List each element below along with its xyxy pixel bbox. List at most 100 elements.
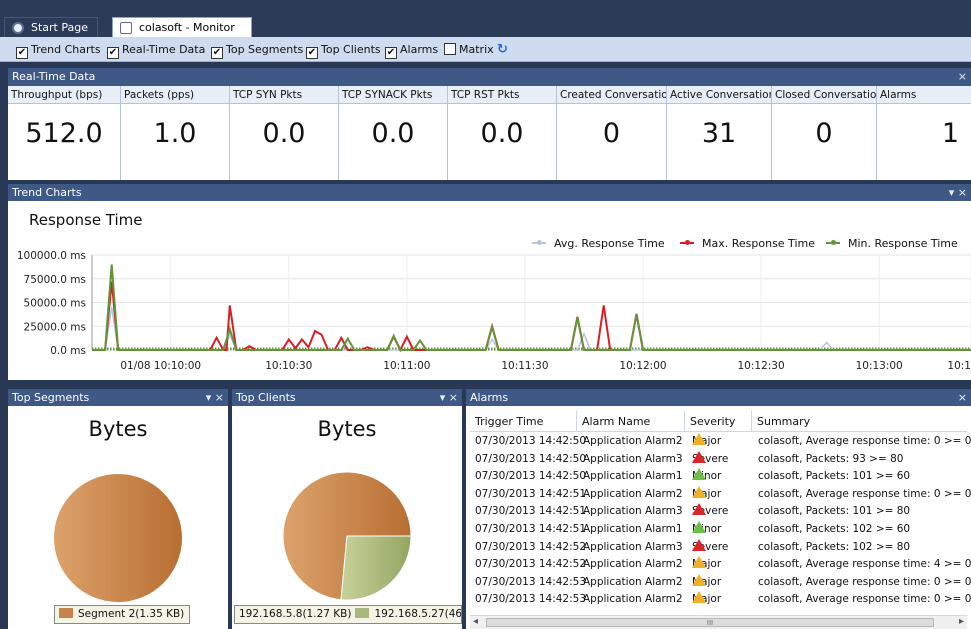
top-segments-checkbox[interactable]: ✔ Top Segments [211,43,303,59]
scroll-thumb[interactable]: III [486,618,934,627]
alarm-name-cell: Application Alarm2 [583,593,683,606]
realtime-cell: Alarms 1 [877,86,971,180]
table-row[interactable]: 07/30/2013 14:42:51 Application Alarm3 Sev… [470,503,962,520]
matrix-checkbox[interactable]: Matrix [444,43,494,56]
column-header-alarm-name[interactable]: Alarm Name [577,411,685,432]
column-header-trigger-time[interactable]: Trigger Time [470,411,577,432]
checkbox-box: ✔ [385,47,397,59]
real-time-data-checkbox[interactable]: ✔ Real-Time Data [107,43,206,59]
alarm-name-cell: Application Alarm2 [583,575,683,588]
table-row[interactable]: 07/30/2013 14:42:52 Application Alarm3 Sev… [470,538,962,556]
summary-cell: colasoft, Average response time: 0 >= 0 [758,435,971,447]
y-tick-label: 0.0 ms [50,345,86,357]
table-row[interactable]: 07/30/2013 14:42:50 Application Alarm2 Maj… [470,433,971,450]
table-row[interactable]: 07/30/2013 14:42:50 Application Alarm3 Sev… [470,450,962,468]
series-line-max [92,281,971,353]
metric-value: 1 [941,118,959,149]
summary-cell: colasoft, Packets: 102 >= 60 [758,523,911,535]
panel-title: Trend Charts [12,186,82,199]
trigger-time-cell: 07/30/2013 14:42:50 [475,435,587,447]
tab-monitor[interactable]: colasoft - Monitor ✕ [112,17,252,54]
checkbox-box: ✔ [306,47,318,59]
warning-icon [692,503,706,516]
pie-title: Bytes [317,417,377,441]
refresh-icon[interactable]: ↻ [497,42,508,57]
table-row[interactable]: 07/30/2013 14:42:53 Application Alarm2 Maj… [470,591,971,608]
warning-icon [692,573,706,586]
summary-cell: colasoft, Packets: 101 >= 80 [758,505,911,518]
panel-controls-icon[interactable]: ▾ × [206,389,224,406]
segments-legend: Segment 2(1.35 KB) [54,605,190,624]
realtime-cell: Active Conversations 31 [667,86,772,180]
x-tick-label: 10:11:00 [383,360,430,372]
warning-icon [692,468,706,481]
metric-value: 0.0 [480,118,524,149]
legend-label: Segment 2(1.35 KB) [78,608,185,620]
checkbox-box: ✔ [107,47,119,59]
realtime-cell: TCP SYNACK Pkts 0.0 [339,86,448,180]
metric-value: 0 [602,118,621,149]
series-line-avg [92,307,971,351]
metric-value: 512.0 [25,118,103,149]
panel-title: Real-Time Data [12,70,96,83]
severity-cell: Major [692,591,721,608]
table-row[interactable]: 07/30/2013 14:42:50 Application Alarm1 Min… [470,468,962,485]
top-segments-panel: Top Segments ▾ × Bytes Segment 2(1.35 KB… [8,389,228,629]
metric-value: 0.0 [371,118,415,149]
metric-value: 0.0 [262,118,306,149]
summary-cell: colasoft, Average response time: 0 >= 0 [758,487,971,500]
severity-cell: Severe [692,450,728,468]
table-row[interactable]: 07/30/2013 14:42:53 Application Alarm2 Maj… [470,573,971,591]
metric-label: Created Conversations [557,86,666,104]
horizontal-scrollbar[interactable]: ◂ III ▸ [470,615,967,629]
clients-pie-chart [282,471,412,601]
checkbox-label: Trend Charts [31,43,101,56]
pie-title: Bytes [88,417,148,441]
checkbox-label: Top Clients [321,43,381,56]
checkbox-label: Real-Time Data [122,43,206,56]
series-line-min [92,264,971,351]
panel-header: Top Clients ▾ × [232,389,462,406]
close-icon[interactable]: × [958,389,967,406]
panel-controls-icon[interactable]: ▾ × [949,184,967,201]
pie-slice [54,474,182,602]
column-header-summary[interactable]: Summary [752,411,967,432]
top-clients-checkbox[interactable]: ✔ Top Clients [306,43,381,59]
alarms-checkbox[interactable]: ✔ Alarms [385,43,438,59]
metric-label: TCP RST Pkts [448,86,556,104]
alarm-name-cell: Application Alarm3 [583,452,683,465]
severity-cell: Major [692,573,721,591]
trend-charts-checkbox[interactable]: ✔ Trend Charts [16,43,101,59]
table-row[interactable]: 07/30/2013 14:42:51 Application Alarm2 Maj… [470,485,971,503]
x-tick-label: 10:12:30 [738,360,785,372]
close-icon[interactable]: × [958,68,967,86]
realtime-cell: TCP RST Pkts 0.0 [448,86,557,180]
start-page-icon [12,22,24,34]
scroll-left-icon[interactable]: ◂ [473,616,478,627]
panel-controls-icon[interactable]: ▾ × [440,389,458,406]
tab-label: Start Page [31,21,88,34]
summary-cell: colasoft, Packets: 102 >= 80 [758,540,911,553]
table-row[interactable]: 07/30/2013 14:42:52 Application Alarm2 Maj… [470,556,971,573]
trigger-time-cell: 07/30/2013 14:42:52 [475,540,587,553]
metric-label: TCP SYN Pkts [230,86,338,104]
trigger-time-cell: 07/30/2013 14:42:50 [475,452,587,465]
legend-swatch [59,608,73,618]
checkbox-box: ✔ [211,47,223,59]
summary-cell: colasoft, Average response time: 0 >= 0 [758,575,971,588]
panel-title: Top Clients [236,391,296,404]
alarm-name-cell: Application Alarm3 [583,505,683,518]
panel-title: Alarms [470,391,509,404]
realtime-cell: Created Conversations 0 [557,86,667,180]
realtime-cell: Closed Conversations 0 [772,86,877,180]
pie-slice [340,535,412,601]
metric-label: Throughput (bps) [8,86,120,104]
summary-cell: colasoft, Packets: 93 >= 80 [758,452,904,465]
summary-cell: colasoft, Average response time: 4 >= 0 [758,558,971,571]
column-header-severity[interactable]: Severity [685,411,752,432]
x-tick-label: 01/08 10:10:00 [120,360,201,372]
scroll-right-icon[interactable]: ▸ [959,616,964,627]
table-row[interactable]: 07/30/2013 14:42:51 Application Alarm1 Min… [470,521,962,538]
tab-start-page[interactable]: Start Page [4,17,98,37]
trigger-time-cell: 07/30/2013 14:42:53 [475,593,587,606]
